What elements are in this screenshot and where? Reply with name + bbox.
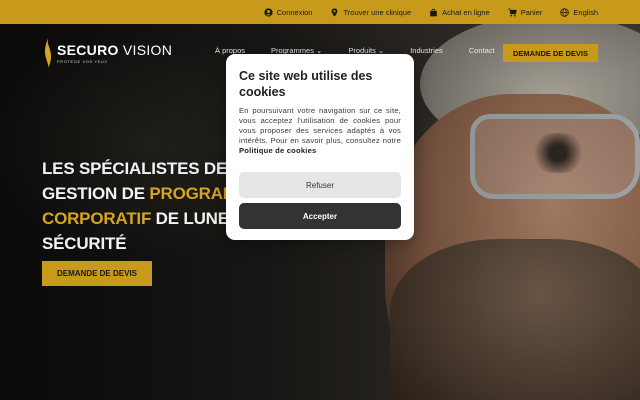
find-clinic-label: Trouver une clinique bbox=[343, 7, 412, 17]
brand-name: SECURO VISION bbox=[57, 41, 173, 58]
cookie-consent-dialog: Ce site web utilise des cookies En pours… bbox=[226, 54, 414, 240]
online-purchase-link[interactable]: Achat en ligne bbox=[429, 8, 490, 17]
login-link[interactable]: Connexion bbox=[263, 7, 313, 17]
language-switch[interactable]: English bbox=[560, 8, 598, 17]
shopping-bag-icon bbox=[430, 8, 437, 16]
cart-icon bbox=[508, 8, 517, 16]
cart-label: Panier bbox=[520, 7, 543, 17]
hero-quote-button[interactable]: DEMANDE DE DEVIS bbox=[42, 261, 152, 286]
cookie-dialog-text: En poursuivant votre navigation sur ce s… bbox=[239, 106, 401, 156]
brand-logo[interactable]: SECURO VISION PROTÉGE VOS YEUX bbox=[44, 38, 172, 68]
hero-headline: LES SPÉCIALISTES DE GESTION DE PROGRAM C… bbox=[42, 156, 237, 256]
find-clinic-link[interactable]: Trouver une clinique bbox=[330, 8, 411, 17]
language-label: English bbox=[573, 7, 598, 17]
nav-item-industries[interactable]: Industries bbox=[410, 46, 443, 55]
online-purchase-label: Achat en ligne bbox=[442, 7, 490, 17]
top-utility-bar: Connexion Trouver une clinique Achat en … bbox=[0, 0, 640, 24]
location-pin-icon bbox=[332, 7, 338, 17]
brand-tagline: PROTÉGE VOS YEUX bbox=[57, 58, 108, 64]
cookie-policy-link[interactable]: Politique de cookies bbox=[239, 146, 316, 155]
user-icon bbox=[263, 7, 273, 17]
quote-request-button[interactable]: DEMANDE DE DEVIS bbox=[503, 44, 598, 62]
cookie-dialog-title: Ce site web utilise des cookies bbox=[239, 69, 373, 99]
headline-line-1: LES SPÉCIALISTES DE bbox=[42, 159, 228, 178]
headline-line-4: SÉCURITÉ bbox=[42, 234, 127, 253]
globe-icon bbox=[560, 7, 570, 17]
flame-icon bbox=[44, 38, 52, 68]
cart-link[interactable]: Panier bbox=[508, 7, 543, 17]
nav-item-contact[interactable]: Contact bbox=[469, 46, 495, 55]
accept-cookies-button[interactable]: Accepter bbox=[239, 203, 401, 229]
login-label: Connexion bbox=[276, 7, 313, 17]
headline-line-3: CORPORATIF DE LUNE bbox=[42, 209, 229, 228]
headline-line-2: GESTION DE PROGRAM bbox=[42, 184, 237, 203]
refuse-cookies-button[interactable]: Refuser bbox=[239, 172, 401, 198]
cookie-dialog-body: En poursuivant votre navigation sur ce s… bbox=[239, 106, 401, 145]
